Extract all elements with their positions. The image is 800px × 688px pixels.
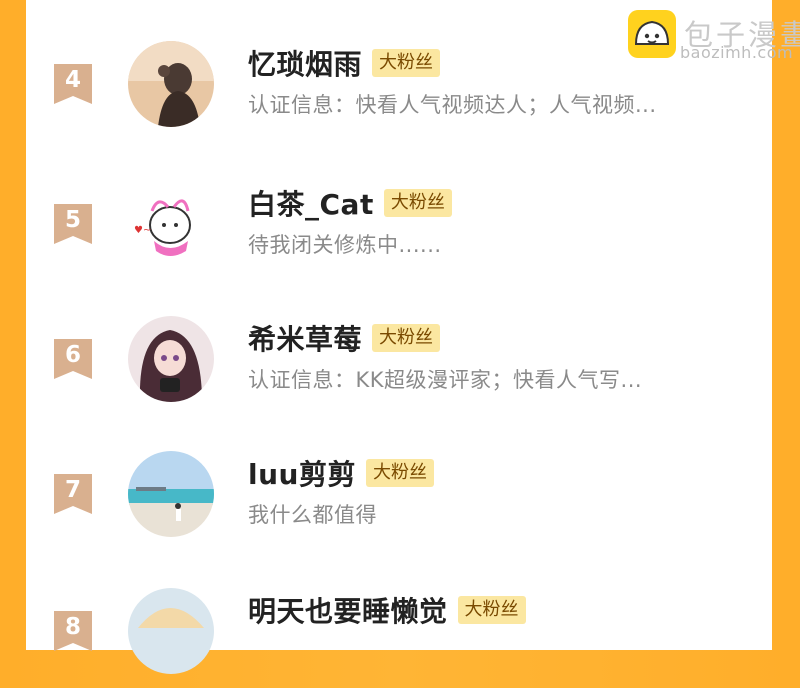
avatar[interactable] bbox=[128, 588, 214, 674]
list-item[interactable]: 7 luu剪剪 大粉丝 我什么都值得 bbox=[26, 451, 772, 551]
bun-logo-icon bbox=[628, 10, 676, 58]
user-name[interactable]: 白茶_Cat bbox=[248, 183, 374, 223]
user-description: 认证信息：快看人气视频达人；人气视频... bbox=[248, 93, 657, 117]
rank-badge: 6 bbox=[54, 339, 92, 379]
user-description: 认证信息：KK超级漫评家；快看人气写... bbox=[248, 368, 643, 392]
avatar[interactable] bbox=[128, 451, 214, 537]
rank-badge: 7 bbox=[54, 474, 92, 514]
svg-text:♥~: ♥~ bbox=[134, 225, 151, 236]
list-item[interactable]: 5 ♥~ 白茶_Cat 大粉丝 待我闭关修炼中...... bbox=[26, 181, 772, 281]
fan-level-badge: 大粉丝 bbox=[383, 189, 452, 217]
user-name[interactable]: 明天也要睡懒觉 bbox=[248, 590, 448, 630]
list-item[interactable]: 8 明天也要睡懒觉 大粉丝 bbox=[26, 588, 772, 688]
avatar[interactable] bbox=[128, 316, 214, 402]
user-description: 待我闭关修炼中...... bbox=[248, 233, 442, 257]
rank-badge: 5 bbox=[54, 204, 92, 244]
fan-level-badge: 大粉丝 bbox=[457, 596, 526, 624]
user-description: 我什么都值得 bbox=[248, 503, 377, 527]
list-item[interactable]: 6 希米草莓 大粉丝 认证信息：KK超级漫评家；快看人气写... bbox=[26, 316, 772, 416]
user-name[interactable]: 希米草莓 bbox=[248, 318, 362, 358]
fan-level-badge: 大粉丝 bbox=[372, 49, 441, 77]
watermark-url: baozimh.com bbox=[680, 43, 794, 62]
fan-level-badge: 大粉丝 bbox=[372, 324, 441, 352]
rank-badge: 4 bbox=[54, 64, 92, 104]
fan-level-badge: 大粉丝 bbox=[365, 459, 434, 487]
user-name[interactable]: luu剪剪 bbox=[248, 453, 356, 493]
rank-badge: 8 bbox=[54, 611, 92, 651]
avatar[interactable] bbox=[128, 41, 214, 127]
avatar[interactable]: ♥~ bbox=[128, 181, 214, 267]
fan-list-panel: 4 忆琐烟雨 大粉丝 认证信息：快看人气视频达人；人气视频... 5 ♥~ 白茶… bbox=[26, 0, 800, 674]
user-name[interactable]: 忆琐烟雨 bbox=[248, 43, 362, 83]
